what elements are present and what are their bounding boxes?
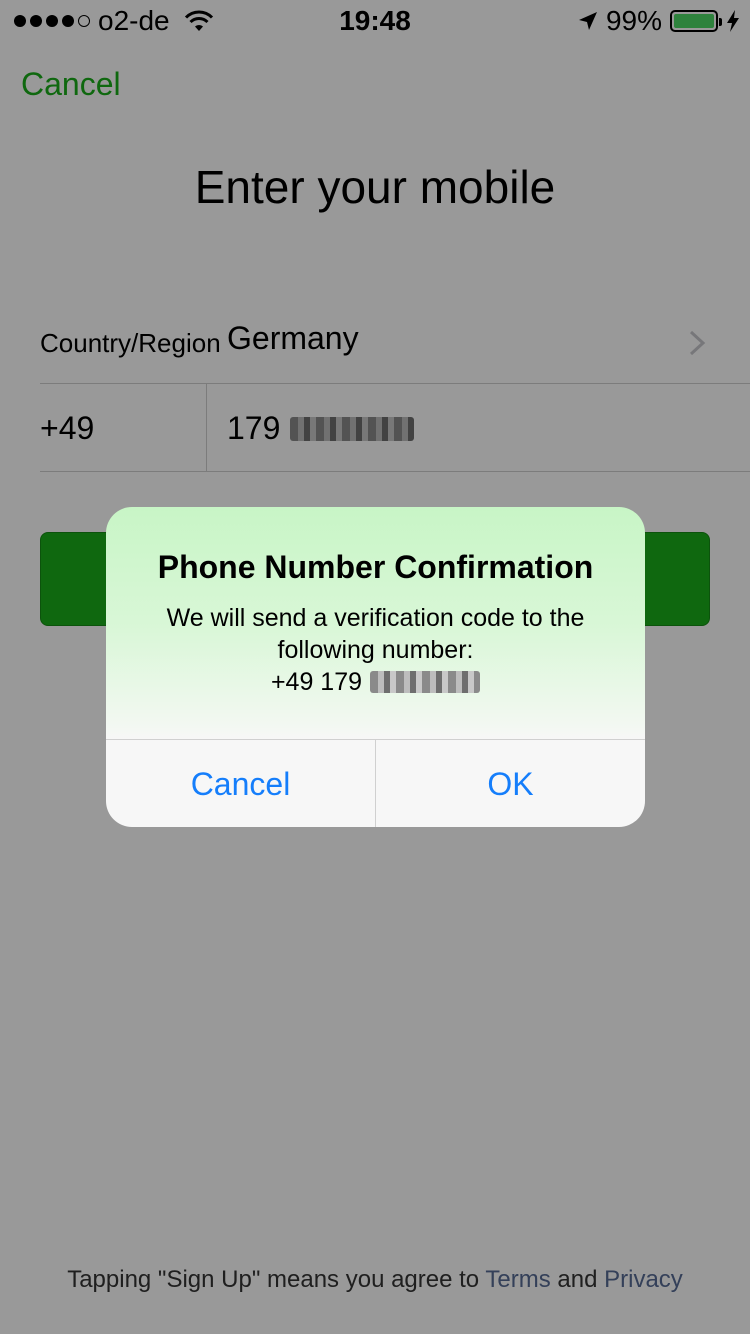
dialog-cancel-button[interactable]: Cancel: [106, 740, 375, 827]
dialog-message-text: We will send a verification code to the …: [166, 604, 585, 664]
dialog-message: We will send a verification code to the …: [126, 602, 625, 698]
dialog-number-prefix: +49 179: [270, 668, 363, 696]
dialog-ok-button[interactable]: OK: [375, 740, 645, 827]
dialog-actions: Cancel OK: [106, 739, 645, 827]
dialog-phone-number: +49 179: [270, 666, 481, 698]
phone-confirmation-dialog: Phone Number Confirmation We will send a…: [106, 507, 645, 827]
redacted-number-block: [370, 671, 481, 693]
dialog-title: Phone Number Confirmation: [157, 549, 594, 585]
